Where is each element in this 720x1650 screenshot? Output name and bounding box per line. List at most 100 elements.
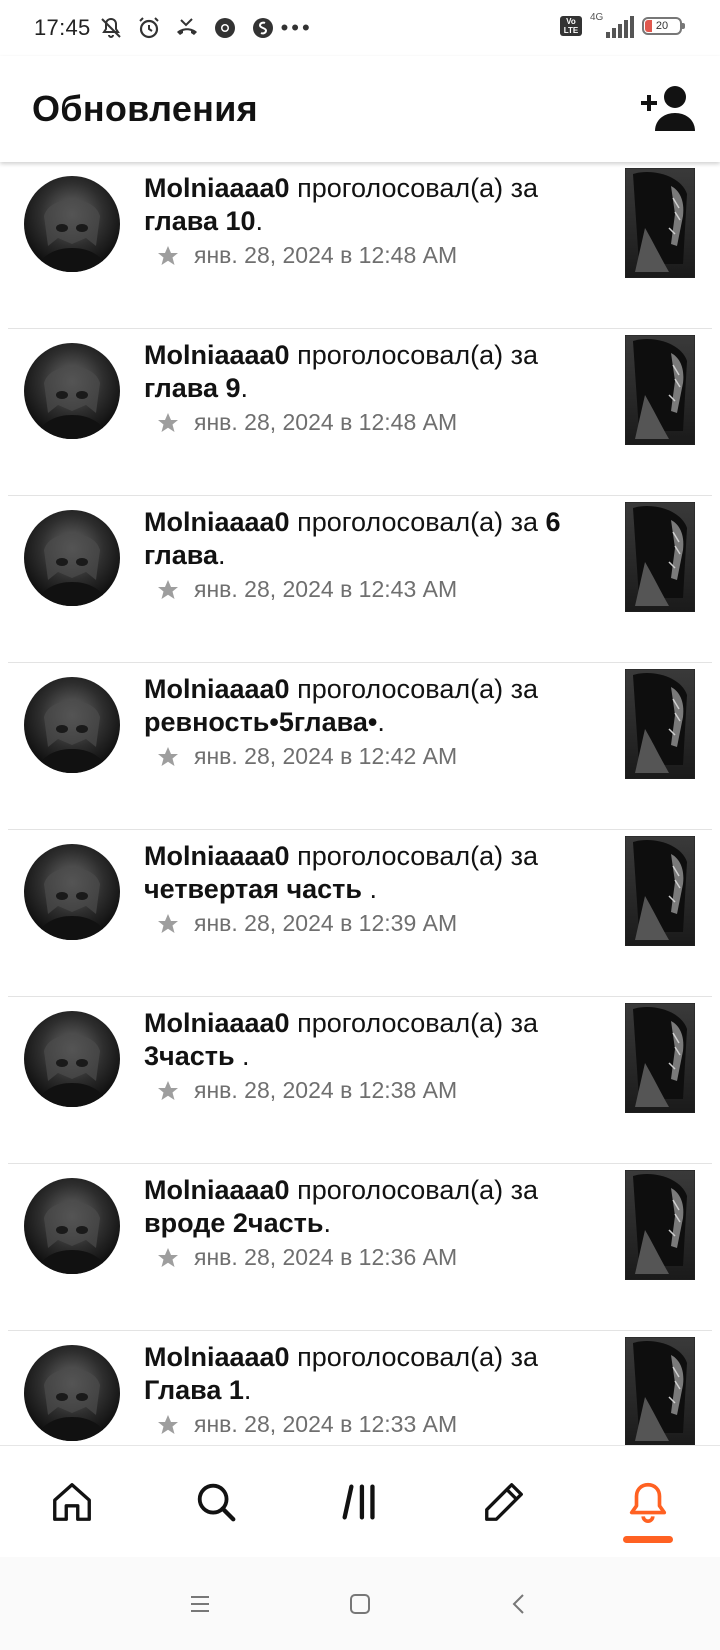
nav-library[interactable] (288, 1446, 432, 1557)
status-right: Vo LTE 4G 20 (560, 12, 685, 38)
nav-notifications[interactable] (576, 1446, 720, 1557)
avatar[interactable] (24, 343, 120, 439)
username-link[interactable]: Molniaaaa0 (144, 674, 290, 704)
feed-item[interactable]: Molniaaaa0 проголосовал(а) за вроде 2час… (8, 1164, 712, 1331)
username-link[interactable]: Molniaaaa0 (144, 173, 290, 203)
feed-item[interactable]: Molniaaaa0 проголосовал(а) за 3часть . я… (8, 997, 712, 1164)
timestamp: янв. 28, 2024 в 12:33 AM (194, 1411, 458, 1437)
timestamp: янв. 28, 2024 в 12:43 AM (194, 576, 458, 602)
feed-item[interactable]: Molniaaaa0 проголосовал(а) за глава 10. … (8, 162, 712, 329)
story-part-link[interactable]: Глава 1 (144, 1375, 244, 1405)
system-home-button[interactable] (280, 1591, 440, 1617)
story-part-link[interactable]: вроде 2часть (144, 1208, 323, 1238)
status-icons (99, 16, 275, 40)
action-text: проголосовал(а) за (297, 1175, 539, 1205)
story-cover[interactable] (625, 335, 695, 445)
username-link[interactable]: Molniaaaa0 (144, 507, 290, 537)
avatar[interactable] (24, 677, 120, 773)
update-text: Molniaaaa0 проголосовал(а) за 3часть . (144, 1007, 584, 1073)
vote-meta: янв. 28, 2024 в 12:38 AM (156, 1077, 457, 1104)
notifications-icon (629, 1482, 667, 1523)
system-back-button[interactable] (440, 1591, 600, 1617)
nav-home[interactable] (0, 1446, 144, 1557)
timestamp: янв. 28, 2024 в 12:42 AM (194, 743, 458, 769)
period: . (218, 540, 226, 570)
alarm-icon (138, 17, 159, 39)
updates-feed[interactable]: Molniaaaa0 проголосовал(а) за глава 10. … (0, 162, 720, 1445)
update-text: Molniaaaa0 проголосовал(а) за ревность•5… (144, 673, 584, 739)
story-cover[interactable] (625, 502, 695, 612)
page-title: Обновления (32, 88, 258, 129)
story-cover[interactable] (625, 1003, 695, 1113)
star-icon (158, 579, 178, 599)
timestamp: янв. 28, 2024 в 12:48 AM (194, 242, 458, 268)
avatar[interactable] (24, 1011, 120, 1107)
avatar[interactable] (24, 1345, 120, 1441)
more-notifications-icon: ••• (280, 15, 313, 40)
star-icon (158, 1080, 178, 1100)
vote-meta: янв. 28, 2024 в 12:36 AM (156, 1244, 457, 1271)
avatar[interactable] (24, 1178, 120, 1274)
period: . (242, 1041, 250, 1071)
username-link[interactable]: Molniaaaa0 (144, 841, 290, 871)
star-icon (158, 245, 178, 265)
update-text: Molniaaaa0 проголосовал(а) за Глава 1. (144, 1341, 584, 1407)
star-icon (158, 746, 178, 766)
period: . (243, 1375, 252, 1405)
update-text: Molniaaaa0 проголосовал(а) за четвертая … (144, 840, 584, 906)
story-part-link[interactable]: 3часть (144, 1041, 242, 1071)
timestamp: янв. 28, 2024 в 12:39 AM (194, 910, 458, 936)
missed-call-icon (176, 18, 197, 35)
story-cover[interactable] (625, 1170, 695, 1280)
status-bar: 17:45 ••• Vo LTE 4G 20 (0, 0, 720, 56)
action-text: проголосовал(а) за (297, 841, 539, 871)
star-icon (158, 1414, 178, 1434)
username-link[interactable]: Molniaaaa0 (144, 1342, 290, 1372)
signal-icon: 4G (590, 12, 634, 38)
story-part-link[interactable]: ревность•5глава• (144, 707, 377, 737)
vote-meta: янв. 28, 2024 в 12:43 AM (156, 576, 457, 603)
username-link[interactable]: Molniaaaa0 (144, 1175, 290, 1205)
story-cover[interactable] (625, 836, 695, 946)
period: . (323, 1208, 331, 1238)
username-link[interactable]: Molniaaaa0 (144, 340, 290, 370)
bottom-nav (0, 1445, 720, 1557)
story-part-link[interactable]: глава 9 (144, 373, 241, 403)
username-link[interactable]: Molniaaaa0 (144, 1008, 290, 1038)
nav-write[interactable] (432, 1446, 576, 1557)
avatar[interactable] (24, 510, 120, 606)
story-part-link[interactable]: глава 10 (144, 206, 256, 236)
star-icon (158, 913, 178, 933)
star-icon (158, 412, 178, 432)
update-text: Molniaaaa0 проголосовал(а) за глава 9. (144, 339, 584, 405)
feed-item[interactable]: Molniaaaa0 проголосовал(а) за Глава 1. я… (8, 1331, 712, 1445)
period: . (240, 373, 249, 403)
feed-item[interactable]: Molniaaaa0 проголосовал(а) за глава 9. я… (8, 329, 712, 496)
home-square-icon (350, 1593, 370, 1614)
update-text: Molniaaaa0 проголосовал(а) за 6 глава. (144, 506, 584, 572)
action-text: проголосовал(а) за (297, 1008, 539, 1038)
vote-meta: янв. 28, 2024 в 12:42 AM (156, 743, 457, 770)
story-cover[interactable] (625, 1337, 695, 1445)
status-time: 17:45 (34, 15, 91, 40)
vote-meta: янв. 28, 2024 в 12:39 AM (156, 910, 457, 937)
story-cover[interactable] (625, 168, 695, 278)
avatar[interactable] (24, 844, 120, 940)
feed-item[interactable]: Molniaaaa0 проголосовал(а) за 6 глава. я… (8, 496, 712, 663)
shazam-icon (252, 18, 273, 38)
star-icon (158, 1247, 178, 1267)
action-text: проголосовал(а) за (297, 173, 539, 203)
system-menu-button[interactable] (120, 1591, 280, 1617)
system-nav (0, 1557, 720, 1650)
action-text: проголосовал(а) за (297, 340, 539, 370)
battery-icon: 20 (642, 17, 685, 35)
story-part-link[interactable]: четвертая часть (144, 874, 369, 904)
add-friend-button[interactable] (640, 80, 696, 136)
update-text: Molniaaaa0 проголосовал(а) за глава 10. (144, 172, 584, 238)
story-cover[interactable] (625, 669, 695, 779)
network-type: 4G (590, 12, 604, 23)
feed-item[interactable]: Molniaaaa0 проголосовал(а) за ревность•5… (8, 663, 712, 830)
feed-item[interactable]: Molniaaaa0 проголосовал(а) за четвертая … (8, 830, 712, 997)
nav-search[interactable] (144, 1446, 288, 1557)
avatar[interactable] (24, 176, 120, 272)
